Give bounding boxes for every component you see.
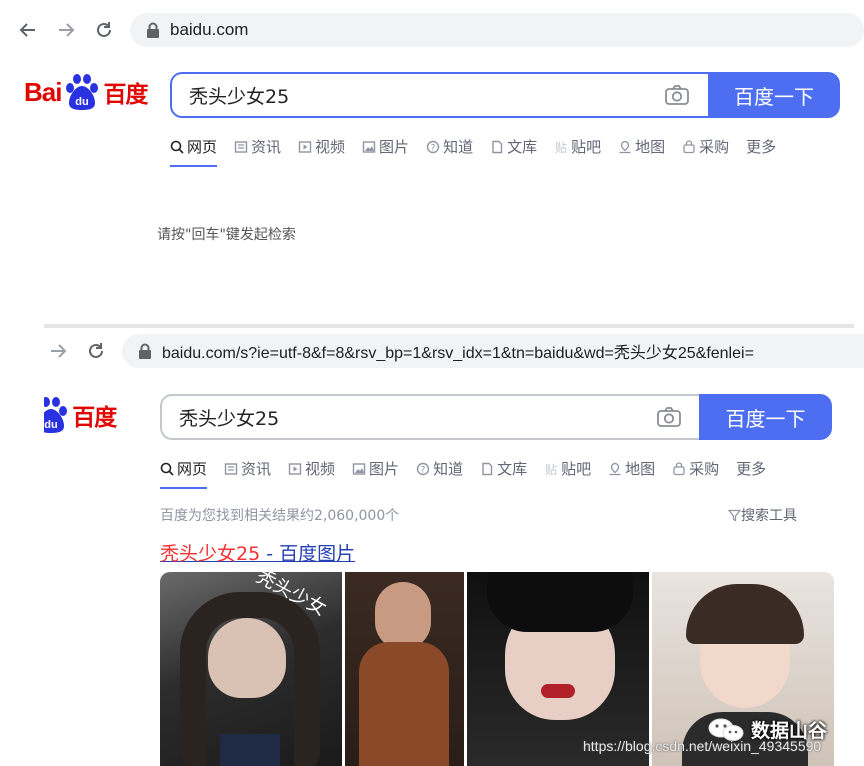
address-url: baidu.com/s?ie=utf-8&f=8&rsv_bp=1&rsv_id… (162, 345, 754, 362)
tab-tieba[interactable]: 贴 贴吧 (554, 136, 601, 157)
svg-text:贴: 贴 (545, 463, 557, 476)
tab-web[interactable]: 网页 (170, 136, 218, 167)
baidu-paw-icon: du (44, 397, 68, 433)
tab-wenku[interactable]: 文库 (490, 136, 537, 157)
svg-text:?: ? (421, 465, 426, 475)
camera-icon[interactable] (664, 84, 690, 106)
tab-web[interactable]: 网页 (160, 458, 208, 489)
search-input[interactable]: 秃头少女25 (170, 72, 708, 118)
tab-map[interactable]: 地图 (608, 458, 655, 479)
tab-images[interactable]: 图片 (352, 458, 399, 479)
watermark-url: https://blog.csdn.net/weixin_49345590 (583, 738, 822, 754)
search-input[interactable]: 秃头少女25 (160, 394, 700, 440)
address-bar[interactable]: baidu.com/s?ie=utf-8&f=8&rsv_bp=1&rsv_id… (122, 334, 864, 368)
video-icon (298, 140, 312, 153)
question-icon: ? (426, 140, 440, 153)
tab-news[interactable]: 资讯 (224, 458, 271, 479)
svg-text:du: du (76, 96, 89, 108)
tab-video[interactable]: 视频 (298, 136, 345, 157)
lock-icon (139, 343, 151, 359)
tab-news[interactable]: 资讯 (234, 136, 281, 157)
video-icon (288, 462, 302, 475)
image-icon (362, 140, 376, 153)
address-bar[interactable]: baidu.com (130, 13, 864, 47)
tab-zhidao[interactable]: ? 知道 (426, 136, 473, 157)
forward-arrow-icon[interactable] (48, 341, 68, 364)
baidu-logo[interactable]: i du 百度 (44, 395, 144, 435)
tab-more[interactable]: 更多 (746, 136, 776, 157)
tab-more[interactable]: 更多 (736, 458, 766, 479)
tab-video[interactable]: 视频 (288, 458, 335, 479)
tab-purchase[interactable]: 采购 (672, 458, 719, 479)
map-icon (609, 462, 621, 475)
result-image-3[interactable] (467, 572, 649, 766)
tab-zhidao[interactable]: ? 知道 (416, 458, 463, 479)
result-count: 百度为您找到相关结果约2,060,000个 (160, 508, 400, 524)
image-icon (352, 462, 366, 475)
screenshot-divider (44, 324, 854, 328)
search-button[interactable]: 百度一下 (699, 394, 832, 440)
shopping-bag-icon (683, 139, 695, 153)
tieba-icon: 贴 (555, 141, 567, 154)
document-icon (492, 140, 503, 153)
result-title-link[interactable]: 秃头少女25 - 百度图片 (160, 539, 355, 566)
map-icon (619, 140, 631, 153)
search-tabs: 网页 资讯 视频 图片 ? 知道 文库 贴 贴吧 地图 采购 更多 (170, 136, 793, 167)
question-icon: ? (416, 462, 430, 475)
search-icon (170, 140, 184, 154)
address-url: baidu.com (170, 20, 249, 39)
reload-icon[interactable] (94, 20, 114, 43)
tab-wenku[interactable]: 文库 (480, 458, 527, 479)
svg-text:du: du (45, 419, 58, 431)
svg-text:贴: 贴 (555, 141, 567, 154)
tab-tieba[interactable]: 贴 贴吧 (544, 458, 591, 479)
result-image-2[interactable] (345, 572, 464, 766)
baidu-logo[interactable]: Bai du 百度 (24, 72, 148, 112)
search-icon (160, 462, 174, 476)
tieba-icon: 贴 (545, 463, 557, 476)
search-query[interactable]: 秃头少女25 (172, 82, 664, 109)
tab-purchase[interactable]: 采购 (682, 136, 729, 157)
lock-icon (147, 22, 159, 38)
shopping-bag-icon (673, 461, 685, 475)
search-tools-button[interactable]: 搜索工具 (728, 505, 797, 525)
tab-map[interactable]: 地图 (618, 136, 665, 157)
news-icon (234, 140, 248, 153)
result-image-1[interactable]: 秃头少女 (160, 572, 342, 766)
back-arrow-icon[interactable] (18, 20, 38, 43)
baidu-paw-icon: du (66, 74, 99, 110)
filter-icon (728, 509, 741, 521)
tab-images[interactable]: 图片 (362, 136, 409, 157)
reload-icon[interactable] (86, 341, 106, 364)
search-button[interactable]: 百度一下 (708, 72, 840, 118)
news-icon (224, 462, 238, 475)
enter-hint: 请按"回车"键发起检索 (157, 227, 296, 243)
svg-text:?: ? (431, 143, 436, 153)
search-tabs: 网页 资讯 视频 图片 ? 知道 文库 贴 贴吧 地图 采购 更多 (160, 458, 783, 489)
forward-arrow-icon[interactable] (56, 20, 76, 43)
camera-icon[interactable] (656, 406, 682, 428)
search-query[interactable]: 秃头少女25 (162, 404, 656, 431)
document-icon (482, 462, 493, 475)
